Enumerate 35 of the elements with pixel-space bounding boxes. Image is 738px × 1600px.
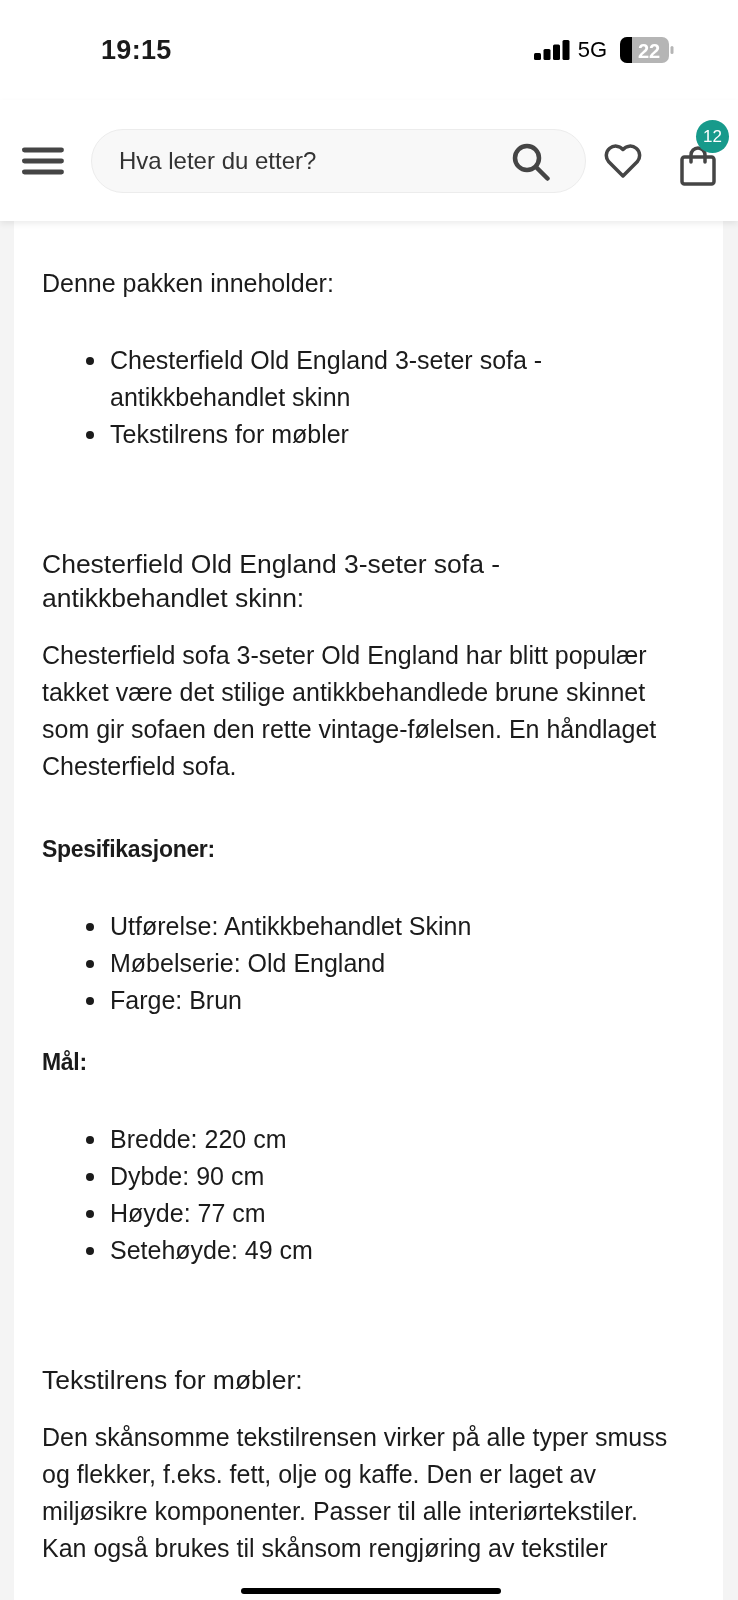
- network-type-text: 5G: [577, 37, 607, 63]
- battery-indicator: 22: [620, 37, 674, 63]
- search-field[interactable]: Hva leter du etter?: [90, 128, 587, 193]
- list-item-text: Møbelserie: Old England: [110, 948, 386, 979]
- bullet-icon: [86, 960, 94, 968]
- body-paragraph: Denne pakken inneholder:: [42, 268, 335, 299]
- bullet-icon: [86, 1210, 94, 1218]
- section-heading: Chesterfield Old England 3-seter sofa - antikkbehandlet skinn:: [42, 548, 502, 615]
- menu-icon[interactable]: [22, 146, 64, 175]
- shopping-bag-icon[interactable]: [680, 145, 716, 186]
- search-icon[interactable]: [512, 142, 551, 181]
- list-item-text: Chesterfield Old England 3-seter sofa - antikkbehandlet skinn: [110, 345, 544, 413]
- section-label: Mål:: [42, 1048, 88, 1077]
- bullet-icon: [86, 357, 94, 365]
- bullet-icon: [86, 997, 94, 1005]
- body-paragraph: Chesterfield sofa 3-seter Old England har blitt populær takket være det stilige antikkbehandlede brune skinnet som gir sofaen den rette vintage-følelsen. En håndlaget Chesterfield sofa.: [42, 640, 658, 782]
- bullet-icon: [86, 923, 94, 931]
- list-item-text: Dybde: 90 cm: [110, 1161, 265, 1192]
- bullet-icon: [86, 1247, 94, 1255]
- list-item-text: Bredde: 220 cm: [110, 1124, 287, 1155]
- section-label: Spesifikasjoner:: [42, 835, 216, 864]
- list-item-text: Farge: Brun: [110, 985, 242, 1016]
- list-item-text: Utførelse: Antikkbehandlet Skinn: [110, 911, 472, 942]
- heart-icon[interactable]: [604, 143, 642, 178]
- signal-icon: [533, 40, 570, 60]
- status-time: 19:15: [101, 34, 172, 66]
- list-item-text: Setehøyde: 49 cm: [110, 1235, 313, 1266]
- list-item-text: Høyde: 77 cm: [110, 1198, 266, 1229]
- section-heading: Tekstilrens for møbler:: [42, 1364, 304, 1397]
- bullet-icon: [86, 1173, 94, 1181]
- cart-count-badge: 12: [696, 119, 729, 153]
- body-paragraph: Den skånsomme tekstilrensen virker på alle typer smuss og flekker, f.eks. fett, olje og kaffe. Den er laget av miljøsikre komponenter. Passer til alle interiørtekstiler. Kan også brukes til skånsom rengjøring av tekstiler: [42, 1422, 669, 1564]
- list-item-text: Tekstilrens for møbler: [110, 419, 349, 450]
- bullet-icon: [86, 1136, 94, 1144]
- bullet-icon: [86, 431, 94, 439]
